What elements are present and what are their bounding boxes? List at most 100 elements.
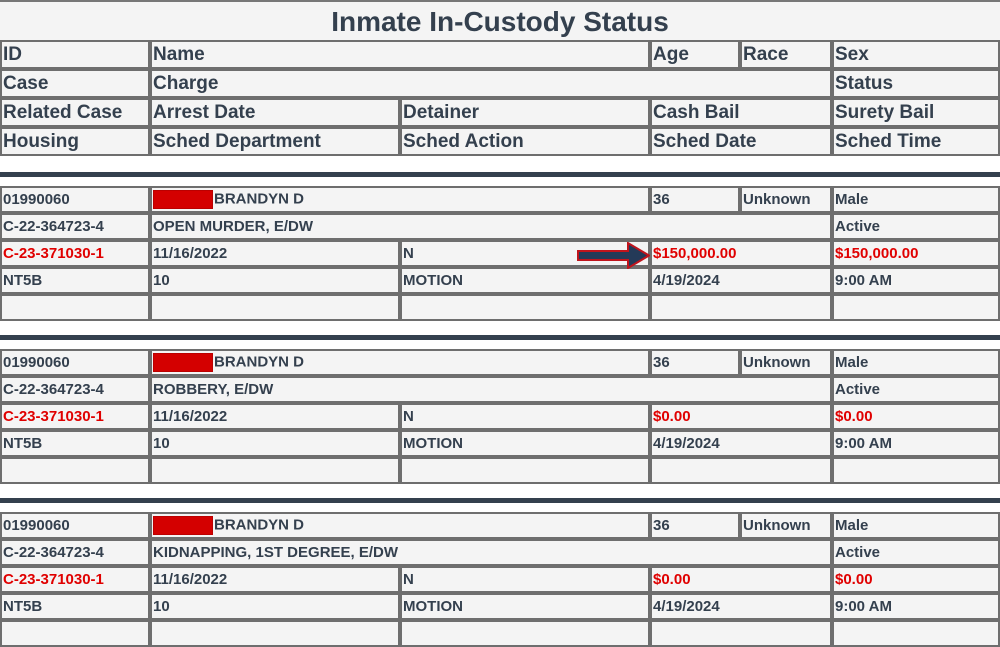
- record-row-bail: C-23-371030-1 11/16/2022 N $0.00 $0.00: [0, 403, 1000, 430]
- record-name-cell: BRANDYN D: [150, 186, 650, 213]
- record-housing: NT5B: [0, 267, 150, 294]
- header-arrest-date: Arrest Date: [150, 98, 400, 127]
- empty-cell: [832, 457, 1000, 484]
- header-sched-department: Sched Department: [150, 127, 400, 156]
- record-arrest-date: 11/16/2022: [150, 566, 400, 593]
- record-status: Active: [832, 213, 1000, 240]
- record-name: BRANDYN D: [214, 516, 304, 534]
- empty-cell: [832, 620, 1000, 647]
- header-row-3: Related Case Arrest Date Detainer Cash B…: [0, 98, 1000, 127]
- record-block: 01990060 BRANDYN D 36 Unknown Male C-22-36472…: [0, 349, 1000, 484]
- record-row-empty: [0, 620, 1000, 647]
- header-detainer: Detainer: [400, 98, 650, 127]
- record-sched-time: 9:00 AM: [832, 593, 1000, 620]
- record-surety-bail: $150,000.00: [832, 240, 1000, 267]
- record-name: BRANDYN D: [214, 353, 304, 371]
- record-detainer: N: [400, 403, 650, 430]
- page-title: Inmate In-Custody Status: [331, 6, 669, 37]
- record-arrest-date: 11/16/2022: [150, 403, 400, 430]
- record-sched-department: 10: [150, 267, 400, 294]
- record-block: 01990060 BRANDYN D 36 Unknown Male C-22-36472…: [0, 186, 1000, 321]
- record-age: 36: [650, 186, 740, 213]
- empty-cell: [150, 620, 400, 647]
- record-arrest-date: 11/16/2022: [150, 240, 400, 267]
- record-case: C-22-364723-4: [0, 539, 150, 566]
- header-id: ID: [0, 40, 150, 69]
- redaction-box: [153, 190, 213, 209]
- header-row-2: Case Charge Status: [0, 69, 1000, 98]
- empty-cell: [0, 620, 150, 647]
- header-age: Age: [650, 40, 740, 69]
- record-row-schedule: NT5B 10 MOTION 4/19/2024 9:00 AM: [0, 430, 1000, 457]
- empty-cell: [400, 294, 650, 321]
- record-name-cell: BRANDYN D: [150, 349, 650, 376]
- empty-cell: [832, 294, 1000, 321]
- record-sched-action: MOTION: [400, 267, 650, 294]
- record-charge: OPEN MURDER, E/DW: [150, 213, 832, 240]
- record-row-charge: C-22-364723-4 KIDNAPPING, 1ST DEGREE, E/D…: [0, 539, 1000, 566]
- header-status: Status: [832, 69, 1000, 98]
- empty-cell: [650, 294, 832, 321]
- empty-cell: [400, 620, 650, 647]
- record-related-case-link[interactable]: C-23-371030-1: [0, 403, 150, 430]
- record-row-empty: [0, 294, 1000, 321]
- record-sched-department: 10: [150, 430, 400, 457]
- page-title-bar: Inmate In-Custody Status: [0, 0, 1000, 40]
- header-race: Race: [740, 40, 832, 69]
- record-race: Unknown: [740, 186, 832, 213]
- record-cash-bail: $0.00: [650, 403, 832, 430]
- header-related-case: Related Case: [0, 98, 150, 127]
- header-row-1: ID Name Age Race Sex: [0, 40, 1000, 69]
- record-row-identity: 01990060 BRANDYN D 36 Unknown Male: [0, 349, 1000, 376]
- record-sex: Male: [832, 186, 1000, 213]
- record-sex: Male: [832, 512, 1000, 539]
- record-surety-bail: $0.00: [832, 403, 1000, 430]
- record-block: 01990060 BRANDYN D 36 Unknown Male C-22-36472…: [0, 512, 1000, 647]
- record-race: Unknown: [740, 349, 832, 376]
- section-divider: [0, 498, 1000, 503]
- header-sched-action: Sched Action: [400, 127, 650, 156]
- empty-cell: [0, 457, 150, 484]
- record-row-charge: C-22-364723-4 ROBBERY, E/DW Active: [0, 376, 1000, 403]
- record-name-cell: BRANDYN D: [150, 512, 650, 539]
- record-id: 01990060: [0, 512, 150, 539]
- record-related-case-link[interactable]: C-23-371030-1: [0, 240, 150, 267]
- record-sched-action: MOTION: [400, 430, 650, 457]
- record-sched-date: 4/19/2024: [650, 267, 832, 294]
- redaction-box: [153, 353, 213, 372]
- header-surety-bail: Surety Bail: [832, 98, 1000, 127]
- empty-cell: [650, 457, 832, 484]
- header-sched-date: Sched Date: [650, 127, 832, 156]
- record-row-identity: 01990060 BRANDYN D 36 Unknown Male: [0, 512, 1000, 539]
- header-table: ID Name Age Race Sex Case Charge Status …: [0, 40, 1000, 156]
- record-sex: Male: [832, 349, 1000, 376]
- record-row-identity: 01990060 BRANDYN D 36 Unknown Male: [0, 186, 1000, 213]
- empty-cell: [150, 294, 400, 321]
- record-status: Active: [832, 376, 1000, 403]
- record-row-bail: C-23-371030-1 11/16/2022 N $150,000.00 $150,…: [0, 240, 1000, 267]
- record-id: 01990060: [0, 349, 150, 376]
- record-name: BRANDYN D: [214, 190, 304, 208]
- record-age: 36: [650, 512, 740, 539]
- record-status: Active: [832, 539, 1000, 566]
- empty-cell: [650, 620, 832, 647]
- record-related-case-link[interactable]: C-23-371030-1: [0, 566, 150, 593]
- record-charge: KIDNAPPING, 1ST DEGREE, E/DW: [150, 539, 832, 566]
- empty-cell: [0, 294, 150, 321]
- header-row-4: Housing Sched Department Sched Action Sc…: [0, 127, 1000, 156]
- record-row-empty: [0, 457, 1000, 484]
- record-id: 01990060: [0, 186, 150, 213]
- record-row-charge: C-22-364723-4 OPEN MURDER, E/DW Active: [0, 213, 1000, 240]
- header-sex: Sex: [832, 40, 1000, 69]
- record-housing: NT5B: [0, 430, 150, 457]
- redaction-box: [153, 516, 213, 535]
- header-cash-bail: Cash Bail: [650, 98, 832, 127]
- record-sched-department: 10: [150, 593, 400, 620]
- header-housing: Housing: [0, 127, 150, 156]
- record-case: C-22-364723-4: [0, 213, 150, 240]
- record-sched-date: 4/19/2024: [650, 593, 832, 620]
- header-sched-time: Sched Time: [832, 127, 1000, 156]
- record-sched-time: 9:00 AM: [832, 267, 1000, 294]
- record-cash-bail: $150,000.00: [650, 240, 832, 267]
- section-divider: [0, 335, 1000, 340]
